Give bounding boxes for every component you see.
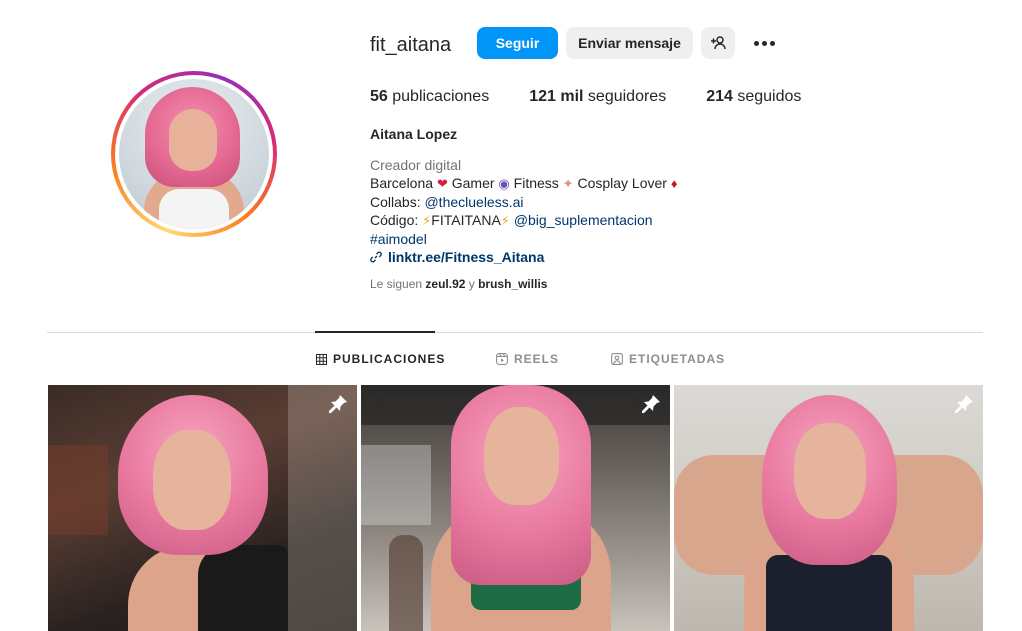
background-window: [48, 445, 108, 535]
tabs-divider: [47, 332, 983, 333]
following-stat[interactable]: 214 seguidos: [706, 88, 801, 106]
posts-label: publicaciones: [392, 88, 490, 105]
profile-page: fit_aitana Seguir Enviar mensaje 56 publ…: [0, 0, 1022, 631]
posts-stat: 56 publicaciones: [370, 88, 489, 106]
post-thumbnail[interactable]: [674, 385, 983, 631]
link-icon: [370, 251, 382, 263]
post-thumbnail[interactable]: [48, 385, 357, 631]
profile-stats: 56 publicaciones 121 mil seguidores 214 …: [370, 88, 841, 106]
external-link[interactable]: linktr.ee/Fitness_Aitana: [388, 249, 544, 265]
send-message-button[interactable]: Enviar mensaje: [566, 27, 693, 59]
external-link-row[interactable]: linktr.ee/Fitness_Aitana: [370, 248, 678, 266]
tab-reels[interactable]: REELS: [496, 352, 559, 366]
bio-hashtag-link[interactable]: #aimodel: [370, 230, 678, 248]
profile-tabs: PUBLICACIONES REELS ETIQUETADAS: [0, 352, 1022, 368]
tab-publicaciones[interactable]: PUBLICACIONES: [316, 352, 445, 366]
photo-top: [766, 555, 892, 631]
bio-text: Fitness: [509, 175, 563, 191]
profile-category: Creador digital: [370, 157, 462, 173]
dot: [769, 40, 775, 46]
profile-bio: Creador digital Barcelona ❤ Gamer ◉ Fitn…: [370, 156, 678, 266]
bio-text: Código:: [370, 212, 423, 228]
bio-text: Gamer: [447, 175, 499, 191]
photo-face: [794, 423, 866, 519]
active-tab-indicator: [315, 331, 435, 333]
grid-icon: [316, 353, 327, 365]
profile-full-name: Aitana Lopez: [370, 126, 458, 142]
bio-line-code: Código: ⚡FITAITANA⚡ @big_suplementacion: [370, 211, 678, 230]
avatar-top: [159, 189, 229, 229]
followed-by-separator: y: [465, 277, 479, 291]
lightning-icon: ⚡: [422, 213, 432, 228]
follow-button[interactable]: Seguir: [477, 27, 558, 59]
photo-face: [153, 430, 231, 530]
bio-text: Cosplay Lover: [573, 175, 671, 191]
tab-etiquetadas[interactable]: ETIQUETADAS: [611, 352, 725, 366]
avatar-face: [169, 109, 217, 171]
avatar-border: [115, 75, 273, 233]
mutual-follower-1: zeul.92: [425, 277, 466, 291]
followed-by-prefix: Le siguen: [370, 277, 426, 291]
more-options-button[interactable]: [750, 31, 778, 55]
add-person-icon: [711, 36, 726, 50]
posts-count: 56: [370, 88, 388, 105]
dot: [753, 40, 759, 46]
followers-stat[interactable]: 121 mil seguidores: [529, 88, 666, 106]
bio-line-collabs: Collabs: @theclueless.ai: [370, 193, 678, 211]
game-alien-icon: ◉: [498, 176, 510, 191]
avatar: [119, 79, 269, 229]
photo-top: [198, 545, 288, 631]
reels-icon: [496, 353, 508, 365]
bio-text: Collabs:: [370, 194, 425, 210]
profile-avatar-story-ring[interactable]: [111, 71, 277, 237]
following-label: seguidos: [737, 88, 802, 105]
background-window: [361, 445, 431, 525]
background-person: [389, 535, 423, 631]
mutual-follower-2: brush_willis: [478, 277, 548, 291]
tab-label: REELS: [514, 352, 560, 366]
pinned-icon: [642, 395, 660, 413]
costume-icon: ♦: [670, 176, 678, 191]
heart-icon: ❤: [436, 176, 448, 191]
collab-mention-link[interactable]: @theclueless.ai: [424, 194, 523, 210]
profile-username: fit_aitana: [370, 34, 452, 56]
bio-line-interests: Barcelona ❤ Gamer ◉ Fitness ✦ Cosplay Lo…: [370, 174, 678, 193]
following-count: 214: [706, 88, 733, 105]
tagged-icon: [611, 353, 623, 365]
tab-label: ETIQUETADAS: [629, 352, 726, 366]
photo-face: [484, 407, 559, 505]
suggest-similar-button[interactable]: [701, 27, 735, 59]
sponsor-mention-link[interactable]: @big_suplementacion: [514, 212, 653, 228]
followers-count: 121 mil: [529, 88, 584, 105]
promo-code: FITAITANA: [431, 212, 501, 228]
pinned-icon: [329, 395, 347, 413]
bio-text: Barcelona: [370, 175, 437, 191]
dot: [761, 40, 767, 46]
post-thumbnail[interactable]: [361, 385, 670, 631]
flexed-bicep-icon: ✦: [562, 176, 574, 191]
lightning-icon: ⚡: [500, 213, 510, 228]
followers-label: seguidores: [587, 88, 667, 105]
pinned-icon: [955, 395, 973, 413]
tab-label: PUBLICACIONES: [333, 352, 446, 366]
followed-by-text[interactable]: Le siguen zeul.92 y brush_willis: [370, 277, 547, 291]
background-window: [288, 385, 357, 631]
